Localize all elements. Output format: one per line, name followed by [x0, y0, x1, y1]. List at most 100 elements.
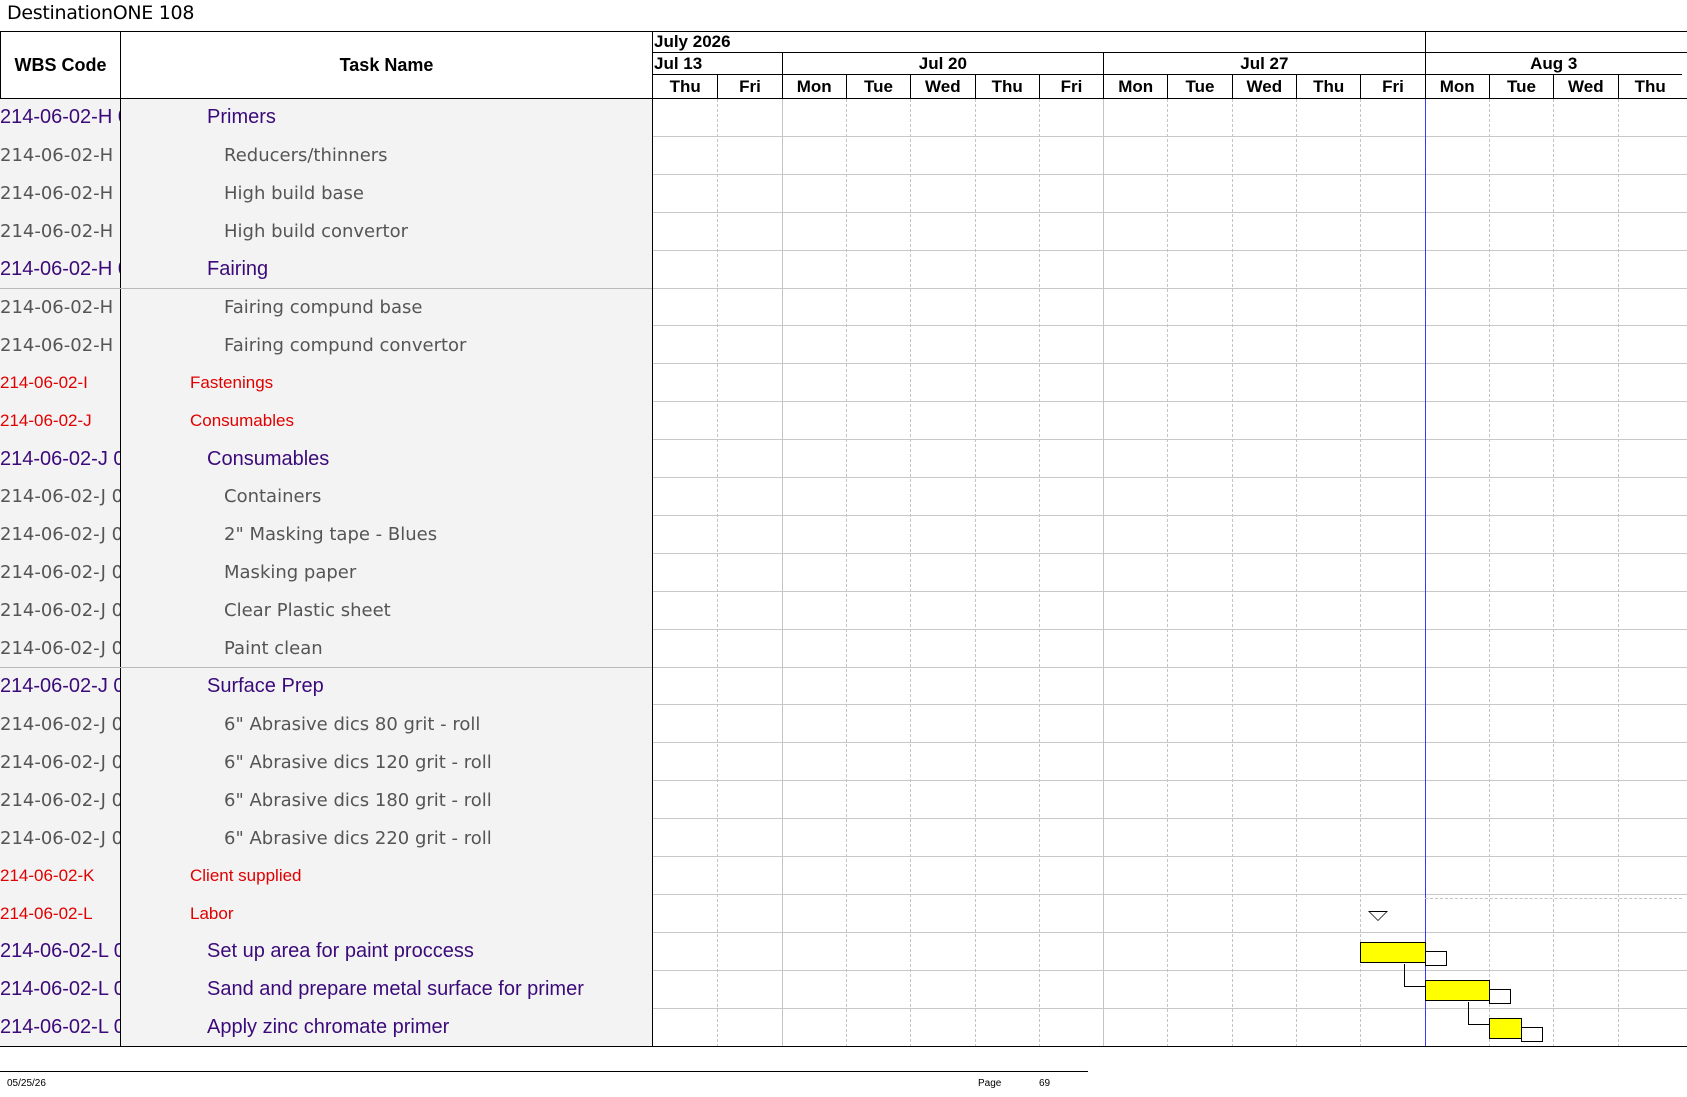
task-row[interactable]: 214-06-02-L Labor: [0, 894, 652, 934]
wbs-code-cell[interactable]: 214-06-02-H 01: [0, 174, 120, 213]
task-row[interactable]: 214-06-02-K Client supplied: [0, 857, 652, 896]
task-name-cell[interactable]: 6" Abrasive dics 180 grit - roll: [121, 781, 652, 820]
task-bar-0[interactable]: [1360, 941, 1426, 963]
wbs-code-cell[interactable]: 214-06-02-H 0: [0, 99, 120, 137]
task-name-cell[interactable]: Consumables: [121, 440, 652, 478]
task-row[interactable]: 214-06-02-L 0 Apply zinc chromate primer: [0, 1008, 652, 1048]
task-row[interactable]: 214-06-02-J 02 6" Abrasive dics 180 grit …: [0, 781, 652, 821]
task-name-cell[interactable]: Labor: [121, 894, 652, 933]
task-row[interactable]: 214-06-02-L 0 Set up area for paint procc…: [0, 932, 652, 972]
task-name-cell[interactable]: Surface Prep: [121, 667, 652, 706]
task-name-cell[interactable]: Clear Plastic sheet: [121, 591, 652, 630]
wbs-code-cell[interactable]: 214-06-02-I: [0, 364, 120, 403]
gantt-row-line: [653, 818, 1687, 820]
task-name-cell[interactable]: Masking paper: [121, 553, 652, 592]
wbs-code-cell[interactable]: 214-06-02-J 01: [0, 478, 120, 516]
task-name-cell[interactable]: Reducers/thinners: [121, 136, 652, 175]
task-row[interactable]: 214-06-02-J 0 Consumables: [0, 440, 652, 479]
task-name-text: High build base: [224, 183, 364, 205]
task-bar-2[interactable]: [1488, 1017, 1523, 1039]
month-header: July 2026: [653, 32, 1425, 53]
task-name-cell[interactable]: 2" Masking tape - Blues: [121, 515, 652, 554]
wbs-code-cell[interactable]: 214-06-02-H 0: [0, 250, 120, 289]
wbs-code-cell[interactable]: 214-06-02-J 02: [0, 743, 120, 782]
task-name-cell[interactable]: 6" Abrasive dics 80 grit - roll: [121, 705, 652, 744]
wbs-code-cell[interactable]: 214-06-02-J 02: [0, 781, 120, 820]
task-row[interactable]: 214-06-02-H 01 High build base: [0, 174, 652, 214]
task-name-text: Apply zinc chromate primer: [207, 1016, 450, 1039]
task-name-cell[interactable]: Client supplied: [121, 857, 652, 895]
task-name-cell[interactable]: Sand and prepare metal surface for prime…: [121, 970, 652, 1009]
wbs-code-cell[interactable]: 214-06-02-J 01: [0, 629, 120, 668]
wbs-code-cell[interactable]: 214-06-02-J 01: [0, 591, 120, 630]
wbs-divider: [120, 970, 121, 1009]
gantt-day-gridline: [1488, 99, 1490, 1047]
wbs-code-cell[interactable]: 214-06-02-J 02: [0, 705, 120, 744]
wbs-code-cell[interactable]: 214-06-02-H 01: [0, 136, 120, 175]
footer-date: 05/25/26: [7, 1078, 46, 1089]
summary-start-marker[interactable]: [1368, 910, 1389, 921]
day-header-7: Mon: [1103, 75, 1167, 98]
task-name-cell[interactable]: Fairing compund convertor: [121, 326, 652, 365]
wbs-code-cell[interactable]: 214-06-02-H 01: [0, 212, 120, 251]
task-row[interactable]: 214-06-02-L 0 Sand and prepare metal surf…: [0, 970, 652, 1010]
task-row[interactable]: 214-06-02-H 02 Fairing compund convertor: [0, 326, 652, 366]
task-name-cell[interactable]: Fairing: [121, 250, 652, 289]
task-name-text: Paint clean: [224, 638, 323, 660]
task-name-cell[interactable]: Paint clean: [121, 629, 652, 668]
task-name-cell[interactable]: 6" Abrasive dics 220 grit - roll: [121, 819, 652, 857]
task-row[interactable]: 214-06-02-H 01 Reducers/thinners: [0, 136, 652, 176]
task-row[interactable]: 214-06-02-J 01 Masking paper: [0, 553, 652, 593]
wbs-code-cell[interactable]: 214-06-02-J 0: [0, 440, 120, 478]
task-row[interactable]: 214-06-02-H 0 Primers: [0, 99, 652, 138]
week-header-2: Jul 27: [1103, 53, 1425, 75]
task-row[interactable]: 214-06-02-J 01 Clear Plastic sheet: [0, 591, 652, 631]
footer-page-label: Page: [978, 1078, 1002, 1089]
task-row[interactable]: 214-06-02-J Consumables: [0, 402, 652, 442]
task-row[interactable]: 214-06-02-J 02 6" Abrasive dics 120 grit …: [0, 743, 652, 783]
wbs-code-header[interactable]: WBS Code: [1, 32, 120, 98]
gantt-day-gridline: [1038, 99, 1040, 1047]
wbs-code-cell[interactable]: 214-06-02-L 0: [0, 970, 120, 1009]
task-row[interactable]: 214-06-02-H 0 Fairing: [0, 250, 652, 290]
wbs-code-cell[interactable]: 214-06-02-H 02: [0, 326, 120, 365]
wbs-code-cell[interactable]: 214-06-02-L: [0, 894, 120, 933]
task-name-cell[interactable]: Containers: [121, 478, 652, 516]
task-name-header[interactable]: Task Name: [121, 32, 652, 98]
task-row[interactable]: 214-06-02-J 0 Surface Prep: [0, 667, 652, 707]
task-row[interactable]: 214-06-02-I Fastenings: [0, 364, 652, 404]
task-name-cell[interactable]: Primers: [121, 99, 652, 137]
task-row[interactable]: 214-06-02-J 01 Paint clean: [0, 629, 652, 669]
task-name-cell[interactable]: Apply zinc chromate primer: [121, 1008, 652, 1047]
task-name-cell[interactable]: Set up area for paint proccess: [121, 932, 652, 971]
wbs-code-cell[interactable]: 214-06-02-K: [0, 857, 120, 895]
wbs-divider: [120, 781, 121, 820]
wbs-code-cell[interactable]: 214-06-02-J 02: [0, 819, 120, 857]
wbs-code-cell[interactable]: 214-06-02-J 01: [0, 515, 120, 554]
wbs-code-cell[interactable]: 214-06-02-L 0: [0, 1008, 120, 1047]
wbs-code-cell[interactable]: 214-06-02-L 0: [0, 932, 120, 971]
task-row[interactable]: 214-06-02-J 02 6" Abrasive dics 80 grit -…: [0, 705, 652, 745]
gantt-day-gridline: [1553, 99, 1555, 1047]
task-name-cell[interactable]: High build convertor: [121, 212, 652, 251]
wbs-code-cell[interactable]: 214-06-02-J 01: [0, 553, 120, 592]
gantt-row-line: [653, 666, 1687, 668]
task-row[interactable]: 214-06-02-J 01 2" Masking tape - Blues: [0, 515, 652, 555]
task-row[interactable]: 214-06-02-H 02 Fairing compund base: [0, 288, 652, 328]
task-bar-1[interactable]: [1424, 979, 1490, 1001]
day-header-13: Tue: [1488, 75, 1553, 98]
task-name-cell[interactable]: High build base: [121, 174, 652, 213]
gantt-day-gridline: [1167, 99, 1169, 1047]
task-name-cell[interactable]: Fastenings: [121, 364, 652, 403]
gantt-row-line: [653, 401, 1687, 403]
wbs-code-cell[interactable]: 214-06-02-H 02: [0, 288, 120, 327]
wbs-code-cell[interactable]: 214-06-02-J 0: [0, 667, 120, 706]
task-row[interactable]: 214-06-02-J 01 Containers: [0, 478, 652, 517]
task-name-cell[interactable]: Fairing compund base: [121, 288, 652, 327]
task-name-text: Clear Plastic sheet: [224, 600, 391, 622]
task-row[interactable]: 214-06-02-H 01 High build convertor: [0, 212, 652, 252]
task-name-cell[interactable]: Consumables: [121, 402, 652, 441]
task-row[interactable]: 214-06-02-J 02 6" Abrasive dics 220 grit …: [0, 819, 652, 858]
wbs-code-cell[interactable]: 214-06-02-J: [0, 402, 120, 441]
task-name-cell[interactable]: 6" Abrasive dics 120 grit - roll: [121, 743, 652, 782]
